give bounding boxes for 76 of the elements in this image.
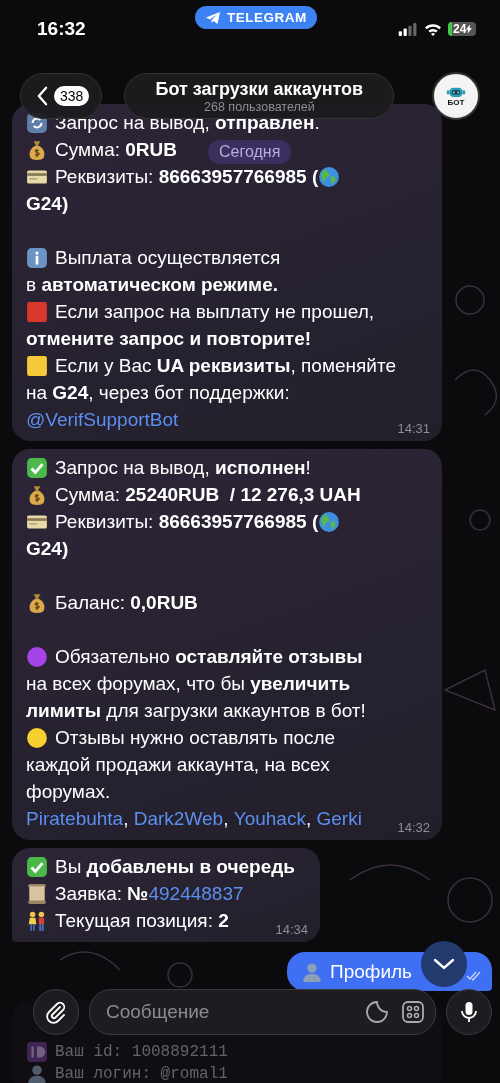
link[interactable]: Piratebuhta bbox=[26, 805, 124, 832]
double-check-icon bbox=[466, 971, 482, 981]
paper-plane-icon bbox=[205, 10, 221, 25]
chat-title-pill[interactable]: Бот загрузки аккаунтов 268 пользователей bbox=[124, 73, 395, 119]
message-text: Если у Вас UA реквизиты, поменяйте bbox=[55, 354, 396, 378]
globe-icon bbox=[318, 510, 341, 533]
message-text: Если запрос на выплату не прошел, bbox=[55, 300, 375, 324]
attach-button[interactable] bbox=[33, 989, 79, 1035]
back-button[interactable]: 338 bbox=[20, 73, 103, 119]
bot-avatar[interactable]: БОТ bbox=[432, 72, 480, 120]
message-text: Запрос на вывод, исполнен! bbox=[55, 456, 311, 480]
square-icon bbox=[26, 300, 48, 323]
circle-icon bbox=[26, 726, 48, 749]
message-text: G24) bbox=[26, 537, 69, 561]
message-text: Обязательно оставляйте отзывы bbox=[55, 645, 363, 669]
member-count: 268 пользователей bbox=[204, 99, 315, 114]
person-icon bbox=[26, 1063, 48, 1083]
check-icon bbox=[26, 456, 48, 479]
link[interactable]: Youhack bbox=[233, 805, 306, 832]
wifi-icon bbox=[424, 22, 442, 36]
id-icon bbox=[26, 1041, 48, 1063]
robot-icon bbox=[446, 85, 466, 98]
message-text: Заявка: № bbox=[55, 882, 149, 906]
scroll-icon bbox=[26, 882, 48, 905]
scroll-down-button[interactable] bbox=[421, 941, 467, 987]
chevron-left-icon bbox=[37, 86, 48, 106]
message-text: в автоматическом режиме. bbox=[26, 273, 278, 297]
battery-indicator: 24 bbox=[448, 22, 476, 36]
link[interactable]: @VerifSupportBot bbox=[26, 406, 179, 433]
check-icon bbox=[26, 855, 48, 878]
message-text: Вы добавлены в очередь bbox=[55, 855, 295, 879]
message-text: форумах. bbox=[26, 780, 111, 804]
message-text: Текущая позиция: 2 bbox=[55, 909, 229, 933]
message-text: на всех форумах, что бы увеличить bbox=[26, 672, 351, 696]
message-text: на G24, через бот поддержки: bbox=[26, 381, 290, 405]
message-text: Выплата осуществляется bbox=[55, 246, 281, 270]
message-time: 14:31 bbox=[397, 421, 430, 436]
avatar-label: БОТ bbox=[447, 97, 465, 107]
message-text: Ваш id: 1008892111 bbox=[55, 1042, 228, 1062]
app-pill[interactable]: TELEGRAM bbox=[195, 6, 317, 29]
microphone-button[interactable] bbox=[446, 989, 492, 1035]
message-text: лимиты для загрузки аккаунтов в бот! bbox=[26, 699, 366, 723]
chat-title: Бот загрузки аккаунтов bbox=[155, 78, 364, 100]
message-text: Отзывы нужно оставлять после bbox=[55, 726, 336, 750]
signal-icon bbox=[398, 22, 418, 36]
emoji-grid-icon[interactable] bbox=[401, 1000, 425, 1024]
message-text: Сумма: 25240RUB / 12 276,3 UAH bbox=[55, 483, 361, 507]
chevron-down-icon bbox=[433, 958, 455, 970]
paperclip-icon bbox=[44, 1000, 68, 1024]
message-text: , bbox=[305, 807, 313, 831]
message-time: 14:34 bbox=[275, 922, 308, 937]
message-text: Реквизиты: 86663957766985 ( bbox=[55, 165, 319, 189]
status-time: 16:32 bbox=[37, 18, 86, 40]
message-text: G24) bbox=[26, 192, 69, 216]
message-field[interactable]: Сообщение bbox=[89, 989, 436, 1035]
sticker-icon[interactable] bbox=[365, 1000, 389, 1024]
message-text: Баланс: 0,0RUB bbox=[55, 591, 198, 615]
message-text: , bbox=[223, 807, 230, 831]
info-icon bbox=[26, 246, 48, 269]
message-text: , bbox=[123, 807, 130, 831]
square-icon bbox=[26, 354, 48, 377]
date-label: Сегодня bbox=[208, 140, 292, 164]
link[interactable]: Dark2Web bbox=[133, 805, 224, 832]
message-text: Реквизиты: 86663957766985 ( bbox=[55, 510, 319, 534]
message-text: Профиль bbox=[329, 960, 412, 984]
message-time: 14:32 bbox=[397, 820, 430, 835]
unread-badge: 338 bbox=[54, 86, 90, 106]
link[interactable]: Gerki bbox=[316, 805, 362, 832]
message-text: Сумма: 0RUB bbox=[55, 138, 177, 162]
message-text: Ваш логин: @romal1 bbox=[55, 1064, 228, 1083]
globe-icon bbox=[318, 165, 341, 188]
message-text: каждой продажи аккаунта, на всех bbox=[26, 753, 330, 777]
link[interactable]: 492448837 bbox=[148, 880, 244, 907]
message-text: отмените запрос и повторите! bbox=[26, 327, 312, 351]
circle-icon bbox=[26, 645, 48, 668]
message-input[interactable]: Сообщение bbox=[104, 1000, 353, 1024]
